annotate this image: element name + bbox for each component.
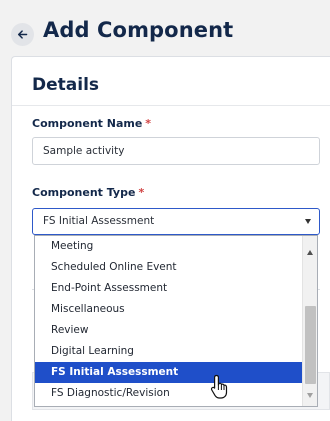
required-asterisk: * xyxy=(145,117,152,130)
dropdown-option[interactable]: Digital Learning xyxy=(35,341,303,362)
arrow-left-icon xyxy=(17,30,28,39)
dropdown-option[interactable]: End-Point Assessment xyxy=(35,278,303,299)
scroll-up-arrow-icon[interactable] xyxy=(307,250,313,255)
hand-pointer-icon xyxy=(210,374,228,399)
dropdown-option[interactable]: Review xyxy=(35,320,303,341)
component-type-label: Component Type * xyxy=(32,186,144,199)
caret-down-icon xyxy=(305,219,311,224)
page-header: Add Component xyxy=(0,0,330,56)
required-asterisk: * xyxy=(138,186,145,199)
dropdown-option[interactable]: FS Diagnostic/Revision xyxy=(35,383,303,404)
dropdown-option[interactable]: Scheduled Online Event xyxy=(35,257,303,278)
dropdown-option[interactable]: Miscellaneous xyxy=(35,299,303,320)
dropdown-option[interactable]: Meeting xyxy=(35,236,303,257)
section-title: Details xyxy=(32,75,100,95)
component-type-select[interactable]: FS Initial Assessment xyxy=(32,208,320,235)
component-type-label-text: Component Type xyxy=(32,186,136,199)
back-button[interactable] xyxy=(11,23,34,46)
component-name-label-text: Component Name xyxy=(32,117,143,130)
component-name-label: Component Name * xyxy=(32,117,151,130)
component-type-dropdown-list[interactable]: Meeting Scheduled Online Event End-Point… xyxy=(34,235,318,407)
component-type-selected-value: FS Initial Assessment xyxy=(43,215,155,227)
dropdown-scrollbar[interactable] xyxy=(302,236,317,406)
page-title: Add Component xyxy=(43,18,234,42)
scroll-down-arrow-icon[interactable] xyxy=(307,393,313,398)
dropdown-option-selected[interactable]: FS Initial Assessment xyxy=(35,362,303,383)
scrollbar-thumb[interactable] xyxy=(305,306,316,384)
section-divider xyxy=(12,105,330,106)
add-component-page: Add Component Details Component Name * Sa… xyxy=(0,0,330,421)
component-name-input[interactable]: Sample activity xyxy=(32,137,320,165)
